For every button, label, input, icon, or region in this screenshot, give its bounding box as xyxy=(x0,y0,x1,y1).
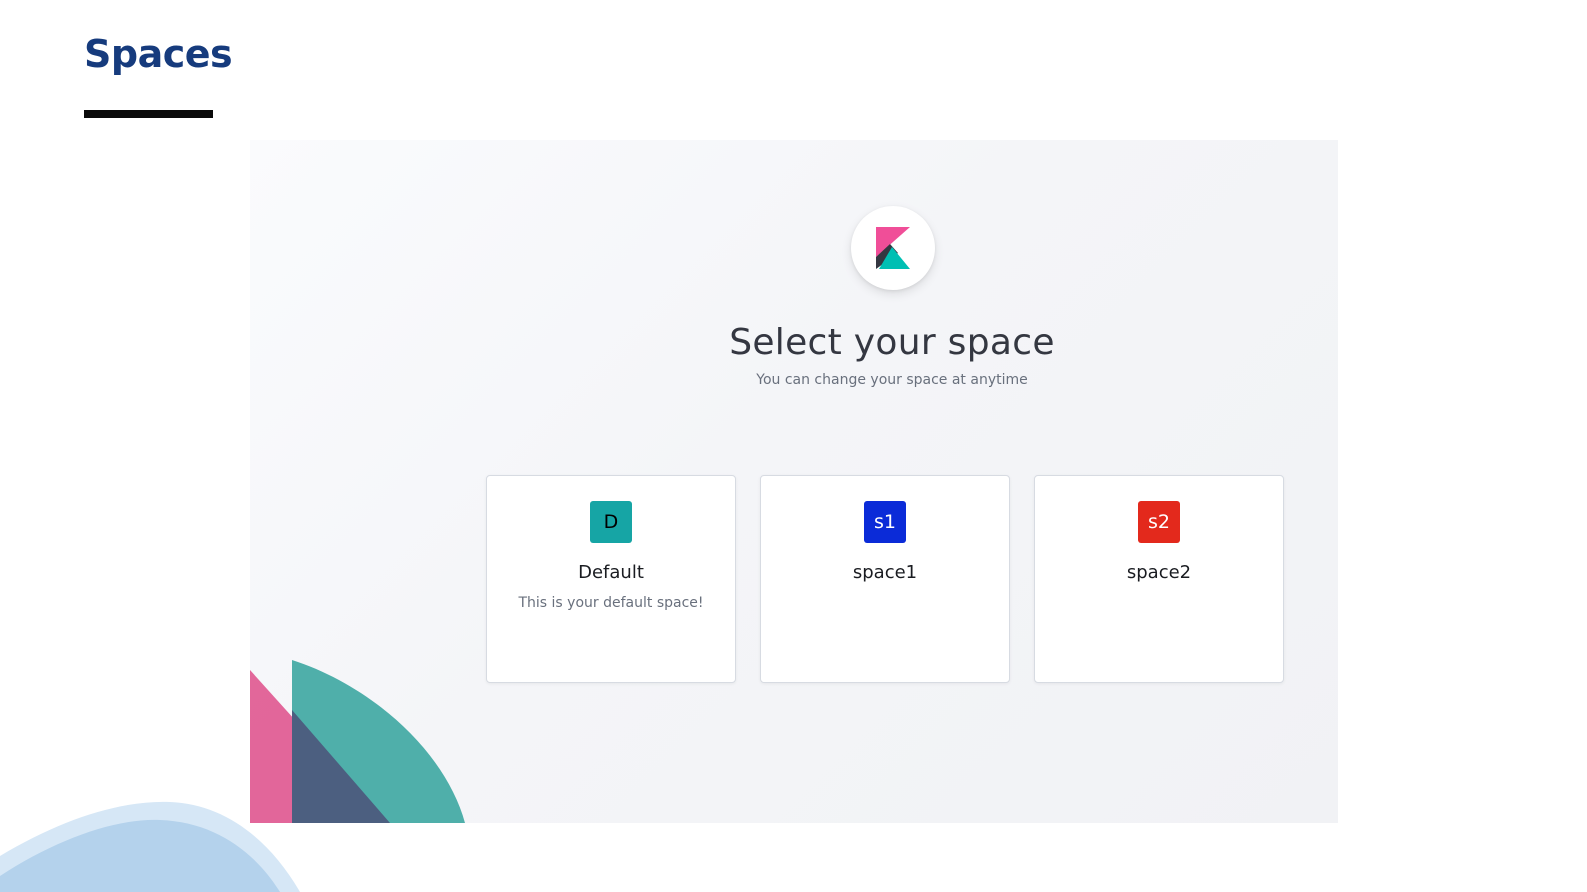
kibana-logo-icon xyxy=(876,227,910,269)
space-avatar: s2 xyxy=(1138,501,1180,543)
slide-title: Spaces xyxy=(84,32,233,76)
space-name: space1 xyxy=(852,562,918,583)
space-name: space2 xyxy=(1126,562,1192,583)
kibana-logo xyxy=(851,206,935,290)
space-card-space2[interactable]: s2 space2 xyxy=(1034,475,1284,683)
space-avatar: s1 xyxy=(864,501,906,543)
kibana-space-selector: Select your space You can change your sp… xyxy=(250,140,1338,823)
presentation-slide: Spaces Select your space You can change … xyxy=(0,0,1587,892)
space-name: Default xyxy=(578,562,644,583)
title-underline xyxy=(84,110,213,118)
space-description: This is your default space! xyxy=(518,595,704,611)
space-card-space1[interactable]: s1 space1 xyxy=(760,475,1010,683)
select-space-title: Select your space xyxy=(729,322,1055,363)
space-card-default[interactable]: D Default This is your default space! xyxy=(486,475,736,683)
select-space-subtitle: You can change your space at anytime xyxy=(756,372,1028,388)
space-avatar: D xyxy=(590,501,632,543)
